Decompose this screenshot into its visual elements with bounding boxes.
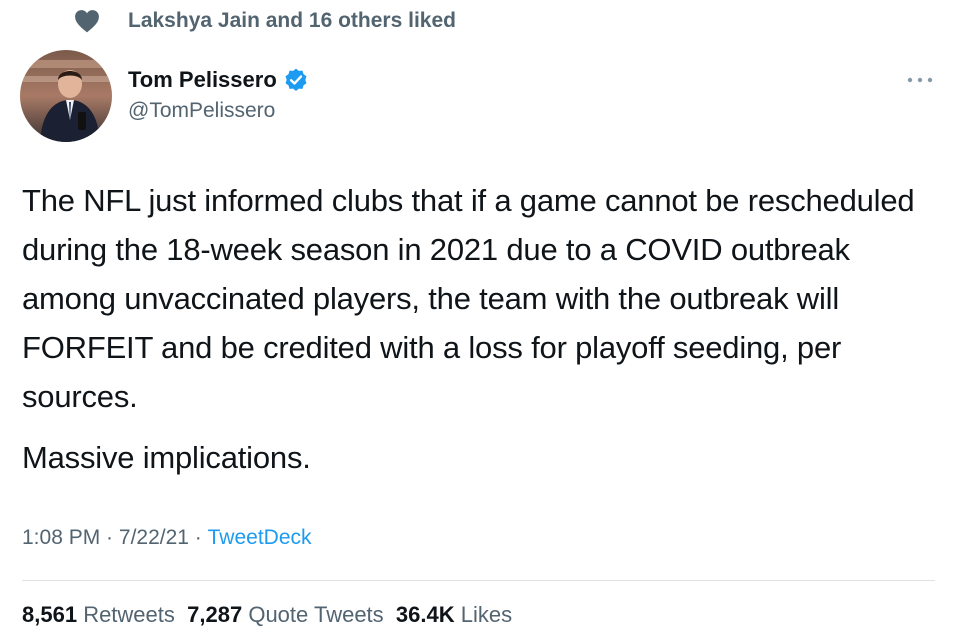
meta-separator: · xyxy=(100,526,119,549)
likes-label: Likes xyxy=(460,602,513,627)
more-dots-icon[interactable] xyxy=(900,70,940,90)
retweets-stat[interactable]: 8,561 Retweets xyxy=(22,602,175,628)
author-name-row[interactable]: Tom Pelissero xyxy=(128,64,309,96)
quote-tweets-label: Quote Tweets xyxy=(248,602,384,627)
verified-badge-icon xyxy=(285,68,307,91)
retweets-count: 8,561 xyxy=(22,602,78,627)
likes-stat[interactable]: 36.4K Likes xyxy=(396,602,512,628)
quote-tweets-count: 7,287 xyxy=(187,602,243,627)
tweet-text: The NFL just informed clubs that if a ga… xyxy=(22,176,942,482)
engagement-stats: 8,561 Retweets 7,287 Quote Tweets 36.4K … xyxy=(22,602,512,628)
tweet-time[interactable]: 1:08 PM xyxy=(22,526,100,550)
avatar[interactable] xyxy=(20,50,112,142)
profile-photo xyxy=(20,50,112,142)
author-name[interactable]: Tom Pelissero xyxy=(128,67,277,93)
tweet-date[interactable]: 7/22/21 xyxy=(119,526,189,550)
tweet-paragraph: Massive implications. xyxy=(22,440,311,475)
tweet-paragraph: The NFL just informed clubs that if a ga… xyxy=(22,183,915,414)
retweets-label: Retweets xyxy=(83,602,175,627)
social-context-text: Lakshya Jain and 16 others liked xyxy=(128,9,456,32)
quote-tweets-stat[interactable]: 7,287 Quote Tweets xyxy=(187,602,384,628)
tweet-source-link[interactable]: TweetDeck xyxy=(208,526,312,550)
tweet-metadata: 1:08 PM · 7/22/21 · TweetDeck xyxy=(22,526,312,550)
meta-separator: · xyxy=(188,526,208,549)
divider xyxy=(22,580,935,581)
heart-icon xyxy=(75,10,99,33)
likes-count: 36.4K xyxy=(395,602,455,627)
author-handle[interactable]: @TomPelissero xyxy=(128,99,275,123)
social-context[interactable]: Lakshya Jain and 16 others liked xyxy=(75,6,456,36)
